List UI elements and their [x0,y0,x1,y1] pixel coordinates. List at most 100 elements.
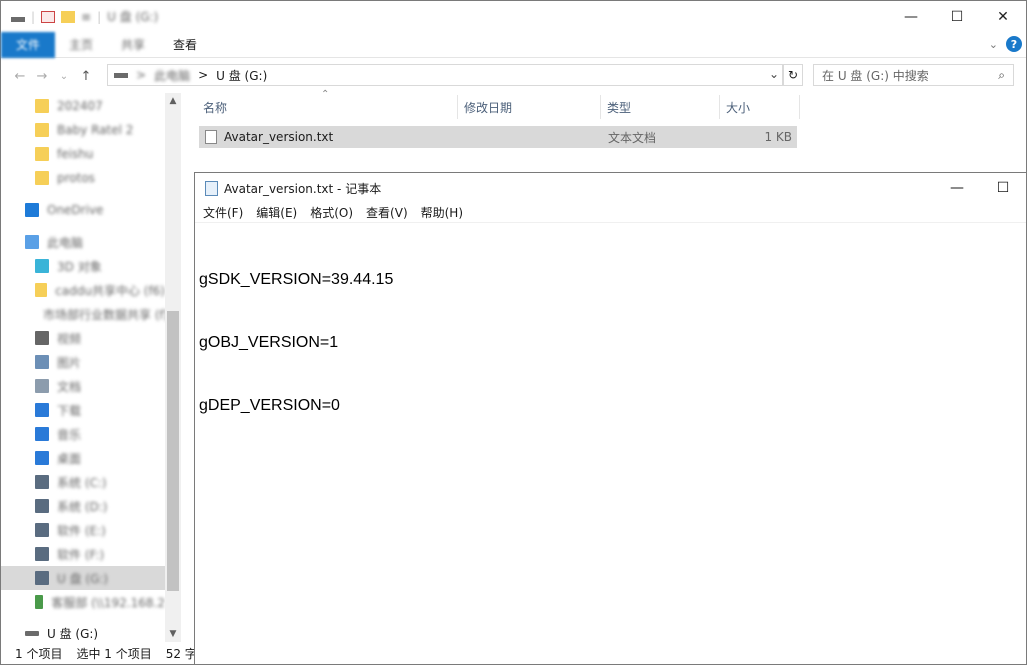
sidebar-item[interactable]: 此电脑 [1,230,165,254]
sidebar-item[interactable]: 系统 (C:) [1,470,165,494]
music-icon [35,427,49,441]
sidebar-item[interactable]: 3D 对象 [1,254,165,278]
minimize-button[interactable]: — [888,1,934,32]
file-date [459,126,602,148]
tab-home[interactable]: 主页 [55,32,107,58]
text-line: gSDK_VERSION=39.44.15 [199,271,394,288]
sidebar-item[interactable]: caddu共享中心 (f6) [1,278,165,302]
breadcrumb-this-pc[interactable]: 此电脑 [154,67,190,84]
video-icon [35,331,49,345]
notepad-maximize-button[interactable]: ☐ [980,173,1026,203]
tab-share[interactable]: 共享 [107,32,159,58]
sidebar-item[interactable]: 市场部行业数据共享 (f) [1,302,169,326]
menu-file[interactable]: 文件(F) [203,204,243,221]
computer-icon [25,235,39,249]
sidebar-item[interactable]: 文档 [1,374,165,398]
window-title: U 盘 (G:) [107,10,159,24]
refresh-button[interactable]: ↻ [783,64,803,86]
sidebar-item-label: OneDrive [47,203,104,217]
sidebar-item-label: 桌面 [57,451,82,466]
maximize-button[interactable]: ☐ [934,1,980,32]
breadcrumb-current[interactable]: U 盘 (G:) [216,67,267,84]
sidebar-item[interactable]: 音乐 [1,422,165,446]
sidebar-item-label: 音乐 [57,427,82,442]
column-date[interactable]: 修改日期 [458,95,601,119]
sidebar-item[interactable]: 下载 [1,398,165,422]
sidebar-item[interactable]: 图片 [1,350,165,374]
sidebar-item-label: protos [57,171,95,185]
new-folder-icon[interactable] [61,10,76,23]
properties-icon[interactable] [41,10,56,23]
sidebar-item[interactable]: 202407 [1,94,165,118]
tab-view[interactable]: 查看 [159,32,211,58]
text-line: gOBJ_VERSION=1 [199,334,339,351]
chevron-up-icon[interactable]: ▲ [165,93,181,109]
menu-edit[interactable]: 编辑(E) [256,204,297,221]
folder-icon [35,171,49,185]
sidebar-item-label: 文档 [57,379,82,394]
search-input[interactable]: 在 U 盘 (G:) 中搜索 ⌕ [813,64,1014,86]
chevron-down-icon[interactable]: ⌄ [769,67,779,81]
usb-drive-icon [35,571,49,585]
sidebar-item-label: U 盘 (G:) [47,626,99,641]
folder-icon [35,283,48,297]
notepad-titlebar[interactable]: Avatar_version.txt - 记事本 — ☐ [195,173,1026,203]
customize-quick-access-icon[interactable]: ≡ [81,10,91,24]
notepad-icon [205,180,218,196]
help-icon[interactable]: ? [1006,36,1022,52]
column-name[interactable]: 名称 ⌃ [197,89,458,119]
breadcrumb-separator: > [198,68,209,82]
drive-icon [35,547,49,561]
sidebar-item[interactable]: feishu [1,142,165,166]
sidebar-item[interactable]: OneDrive [1,198,165,222]
sidebar-item[interactable]: 客服部 (\\192.168.2 [1,590,165,614]
sidebar-item-label: 图片 [57,355,82,370]
sidebar-scrollbar[interactable]: ▲ ▼ [165,93,181,642]
column-type[interactable]: 类型 [601,95,720,119]
breadcrumb-separator: > [136,68,147,82]
sidebar-item-label: feishu [57,147,94,161]
folder-icon [35,147,49,161]
sidebar-item[interactable]: 桌面 [1,446,165,470]
forward-icon[interactable]: → [31,69,53,84]
back-icon[interactable]: ← [9,69,31,84]
sidebar-item[interactable]: 视频 [1,326,165,350]
sidebar-item-label: 市场部行业数据共享 (f) [43,307,169,322]
sidebar-item[interactable]: 软件 (E:) [1,518,165,542]
close-button[interactable]: ✕ [980,1,1026,32]
sidebar-item[interactable]: protos [1,166,165,190]
up-icon[interactable]: ↑ [75,69,97,84]
chevron-down-icon[interactable]: ▼ [165,626,181,642]
sidebar-item[interactable]: 系统 (D:) [1,494,165,518]
ribbon-tabs: 文件 主页 共享 查看 ⌄ ? [1,31,1026,58]
explorer-titlebar[interactable]: | ≡ | U 盘 (G:) — ☐ ✕ [1,1,1026,32]
search-icon: ⌕ [998,68,1005,82]
folder-icon [35,123,49,137]
tab-file[interactable]: 文件 [1,31,55,58]
menu-help[interactable]: 帮助(H) [421,204,463,221]
drive-icon [35,499,49,513]
sidebar-item-label: Baby Ratel 2 [57,123,134,137]
notepad-minimize-button[interactable]: — [934,173,980,203]
sidebar-item-label: 系统 (C:) [57,475,107,490]
sidebar-item-label: 系统 (D:) [57,499,108,514]
sidebar-item-label: 视频 [57,331,82,346]
column-size[interactable]: 大小 [720,95,800,119]
network-drive-icon [35,595,44,609]
usb-drive-icon [25,630,39,636]
notepad-text-area[interactable]: gSDK_VERSION=39.44.15 gOBJ_VERSION=1 gDE… [199,227,393,458]
navigation-bar: ← → ⌄ ↑ > 此电脑 > U 盘 (G:) ⌄ ↻ 在 U 盘 (G:) … [1,59,1026,93]
drive-icon [35,475,49,489]
file-name: Avatar_version.txt [224,130,334,144]
sidebar-item[interactable]: Baby Ratel 2 [1,118,165,142]
address-bar[interactable]: > 此电脑 > U 盘 (G:) ⌄ [107,64,783,86]
sidebar-item[interactable]: U 盘 (G:) [1,566,165,590]
sidebar-item[interactable]: 软件 (F:) [1,542,165,566]
menu-view[interactable]: 查看(V) [366,204,408,221]
scrollbar-thumb[interactable] [167,311,179,591]
menu-format[interactable]: 格式(O) [310,204,353,221]
recent-locations-icon[interactable]: ⌄ [53,71,75,82]
sidebar-item-label: 此电脑 [47,235,84,250]
chevron-down-icon[interactable]: ⌄ [989,38,998,51]
table-row[interactable]: Avatar_version.txt 文本文档 1 KB [199,126,797,148]
